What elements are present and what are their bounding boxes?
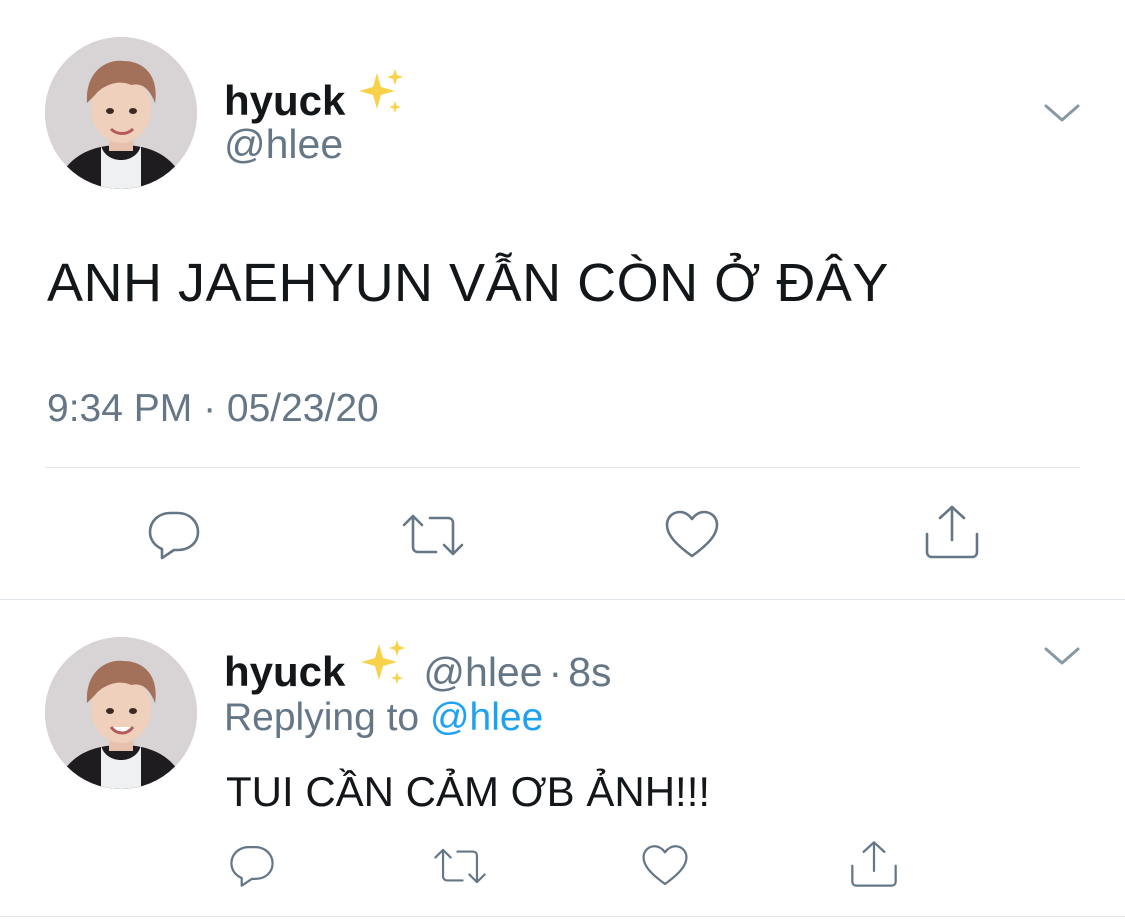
tweet-timestamp[interactable]: 9:34 PM · 05/23/20	[47, 389, 379, 428]
reply-header: hyuck @hlee · 8s	[224, 638, 612, 695]
sparkles-icon	[357, 638, 409, 695]
heart-icon	[642, 845, 688, 886]
reply-share-button[interactable]	[848, 839, 900, 889]
chevron-down-icon[interactable]	[1042, 643, 1082, 669]
reply-icon	[230, 846, 274, 887]
replying-prefix: Replying to	[224, 696, 420, 739]
reply-icon	[148, 511, 200, 560]
like-button[interactable]	[664, 509, 720, 561]
retweet-button[interactable]	[400, 509, 466, 561]
retweet-icon	[402, 514, 464, 556]
heart-icon	[665, 510, 719, 558]
replying-to-handle-link[interactable]: @hlee	[430, 696, 543, 739]
reply-button[interactable]	[146, 509, 202, 561]
share-button[interactable]	[922, 504, 982, 560]
tweet-text: ANH JAEHYUN VẪN CÒN Ở ĐÂY	[47, 253, 889, 313]
author-name[interactable]: hyuck	[224, 67, 407, 126]
reply-like-button[interactable]	[641, 843, 689, 889]
reply-author-handle[interactable]: @hlee	[423, 649, 542, 695]
divider	[45, 467, 1080, 468]
retweet-icon	[434, 848, 486, 884]
share-icon	[925, 505, 979, 559]
reply-reply-button[interactable]	[228, 843, 276, 889]
reply-time[interactable]: 8s	[568, 649, 611, 695]
reply-retweet-button[interactable]	[432, 843, 488, 889]
reply-author-avatar[interactable]	[45, 637, 197, 789]
author-name-text[interactable]: hyuck	[224, 77, 345, 124]
reply-text: TUI CẦN CẢM ƠB ẢNH!!!	[226, 768, 711, 815]
reply-author-name[interactable]: hyuck	[224, 648, 345, 695]
author-handle[interactable]: @hlee	[224, 124, 343, 165]
chevron-down-icon[interactable]	[1042, 100, 1082, 126]
share-icon	[851, 841, 897, 887]
reply-separator: ·	[548, 649, 563, 695]
replying-to-line: Replying to @hlee	[224, 698, 543, 737]
sparkles-icon	[355, 67, 407, 126]
divider	[0, 599, 1125, 600]
author-avatar[interactable]	[45, 37, 197, 189]
divider	[0, 916, 1125, 917]
